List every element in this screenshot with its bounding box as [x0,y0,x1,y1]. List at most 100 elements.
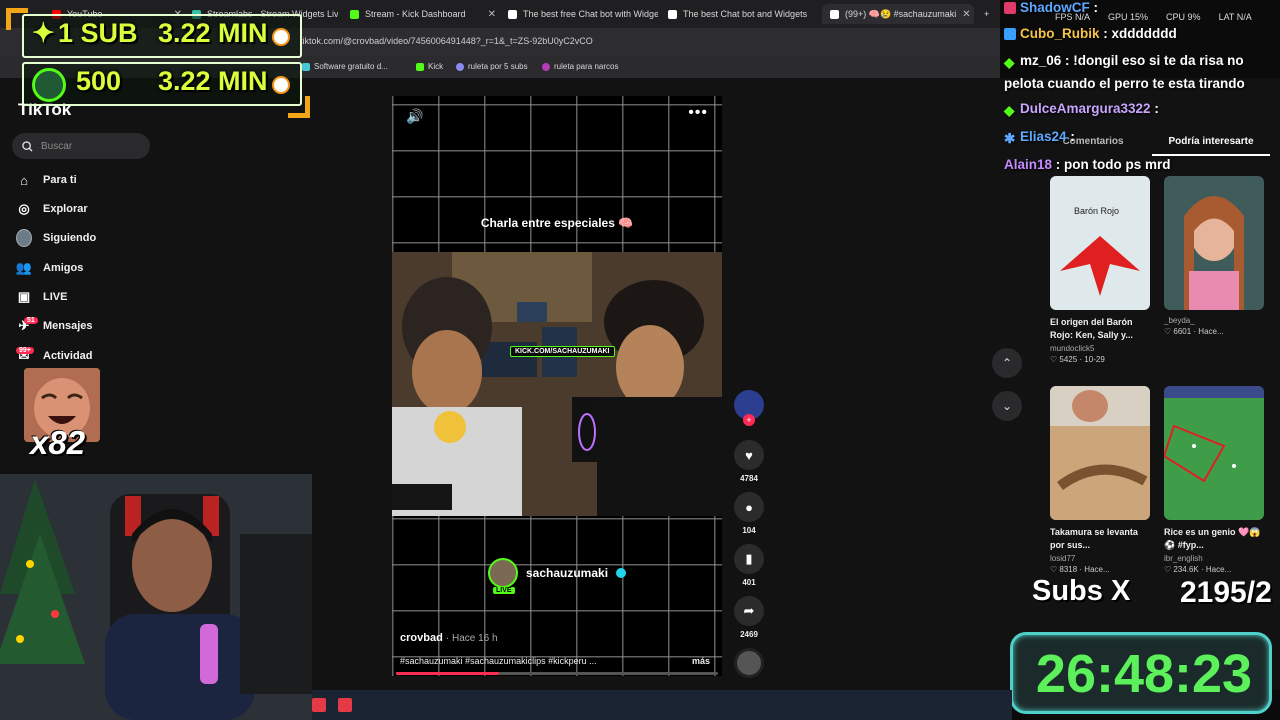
kick-badge-icon: ◆ [1004,103,1015,119]
suggested-video-card[interactable]: Takamura se levanta por sus... losid77 ♡… [1050,386,1152,574]
badge-icon: ✱ [1004,131,1016,147]
card-author[interactable]: ibr_english [1164,554,1266,563]
video-author[interactable]: crovbad · Hace 16 h [400,632,498,644]
share-count: 2469 [740,630,758,639]
music-disc-button[interactable] [733,648,765,678]
close-icon[interactable]: ✕ [488,9,496,20]
chat-username: DulceAmargura3322 [1020,101,1151,116]
suggested-video-card[interactable]: Barón Rojo El origen del Barón Rojo: Ken… [1050,176,1152,364]
kick-icon [350,9,359,19]
browser-tab[interactable]: The best Chat bot and Widgets ✕ [668,4,814,24]
save-button[interactable]: ▮ 401 [733,544,765,587]
nav-amigos[interactable]: 👥 Amigos [16,260,83,276]
app-icon[interactable] [338,698,352,712]
sparkle-icon: ✦ [32,18,55,48]
subs-multiplier-label: Subs X [1032,575,1131,607]
previous-video-button[interactable]: ⌃ [992,348,1022,378]
browser-tab[interactable]: Stream - Kick Dashboard ✕ [350,4,496,24]
card-title: Takamura se levanta por sus... [1050,527,1138,550]
browser-tab[interactable]: The best free Chat bot with Widgets ✕ [508,4,658,24]
roulette-icon [542,62,550,71]
save-count: 401 [742,578,756,587]
messages-badge: 51 [24,317,38,324]
volume-icon[interactable]: 🔊 [406,108,423,125]
nav-label: Siguiendo [43,232,97,244]
chat-message-continued: pelota cuando el perro te esta tirando [1004,76,1245,91]
video-thumbnail [1050,386,1150,520]
nav-para-ti[interactable]: ⌂ Para ti [16,172,77,188]
bookmark-label: ruleta por 5 subs [468,62,528,71]
nav-siguiendo[interactable]: Siguiendo [16,229,97,247]
bookmark[interactable]: ruleta para narcos [542,62,618,71]
video-progress-bar[interactable] [396,672,718,675]
sub-goal-text: 1 SUB [58,18,138,48]
comment-count: 104 [742,526,756,535]
next-video-button[interactable]: ⌄ [992,391,1022,421]
card-author[interactable]: mundoclick5 [1050,344,1152,353]
heart-icon: ♥ [734,440,764,470]
url-text[interactable]: tiktok.com/@crovbad/video/7456006491448?… [300,36,593,46]
nav-live[interactable]: ▣ LIVE [16,289,68,305]
suggested-video-card[interactable]: _beyda_ ♡ 6601 · Hace... [1164,176,1266,336]
friends-icon: 👥 [15,260,33,275]
chat-text: : !dongil eso si te da risa no [1065,53,1244,68]
video-thumbnail [1164,386,1264,520]
bookmark[interactable]: Kick [416,62,443,71]
bookmark[interactable]: ruleta por 5 subs [456,62,528,71]
share-icon: ➦ [734,596,764,626]
person-thumbnail [1184,196,1244,310]
video-progress-fill [396,672,500,675]
close-icon[interactable]: ✕ [962,9,970,20]
comment-button[interactable]: ● 104 [733,492,765,535]
chat-message: ◆ DulceAmargura3322 : [1004,101,1159,119]
card-likes: ♡ 5425 · 10-29 [1050,355,1105,364]
chat-message: ShadowCF : [1004,0,1098,15]
live-badge: LIVE [493,587,515,594]
tab-label: The best free Chat bot with Widgets [523,9,658,19]
suggested-video-card[interactable]: Rice es un genio 🩷😱⚽ #fyp... ibr_english… [1164,386,1266,574]
nav-label: Amigos [43,262,84,274]
video-player[interactable]: 🔊 ••• Charla entre especiales 🧠 KICK.COM… [392,96,722,676]
more-link[interactable]: más [692,656,710,666]
search-input[interactable]: Buscar [12,133,150,159]
latency-stat: LAT N/A [1218,12,1252,22]
live-icon: ▣ [17,289,31,304]
streamer-name: sachauzumaki [526,566,609,580]
chat-username: Alain18 [1004,157,1053,172]
chat-text: pelota cuando el perro te esta tirando [1004,76,1245,91]
football-thumbnail [1164,386,1264,483]
like-button[interactable]: ♥ 4784 [733,440,765,483]
new-tab-button[interactable]: + [984,4,996,24]
bookmark[interactable]: Software gratuito d... [302,62,388,71]
tiktok-icon [830,9,839,19]
activity-badge: 99+ [16,347,34,354]
video-thumbnail: Barón Rojo [1050,176,1150,310]
follow-plus-icon[interactable]: + [743,414,755,426]
more-options-icon[interactable]: ••• [688,104,708,122]
close-icon[interactable]: ✕ [813,9,814,20]
nav-explorar[interactable]: ◎ Explorar [16,201,87,217]
card-author[interactable]: _beyda_ [1164,316,1266,325]
streamer-live-tag[interactable]: LIVE sachauzumaki [488,558,627,594]
chat-username: ShadowCF [1020,0,1090,15]
kick-icon [416,62,424,71]
author-name[interactable]: crovbad [400,632,443,644]
chat-message: ✱ Elias24 : [1004,129,1075,147]
coin-goal-time: 3.22 MIN [158,66,268,96]
hashtags[interactable]: #sachauzumaki #sachauzumakiclips #kickpe… [400,656,597,666]
kick-badge-icon: ◆ [1004,55,1015,71]
chat-text: : [1154,101,1159,116]
windows-taskbar [312,690,1012,720]
kick-channel-tag: KICK.COM/SACHAUZUMAKI [510,346,615,357]
tab-podria-interesarte[interactable]: Podría interesarte [1152,136,1270,156]
bot-icon [668,9,677,19]
card-author[interactable]: losid77 [1050,554,1152,563]
share-button[interactable]: ➦ 2469 [733,596,765,639]
bot-icon [508,9,517,19]
app-icon[interactable] [312,698,326,712]
music-disc-icon [734,648,764,678]
creator-avatar-button[interactable]: + [733,390,765,426]
browser-tab-active[interactable]: (99+) 🧠😢 #sachauzumaki ✕ [822,4,974,24]
chat-message: Cubo_Rubik : xddddddd [1004,26,1177,41]
search-placeholder: Buscar [41,140,73,152]
